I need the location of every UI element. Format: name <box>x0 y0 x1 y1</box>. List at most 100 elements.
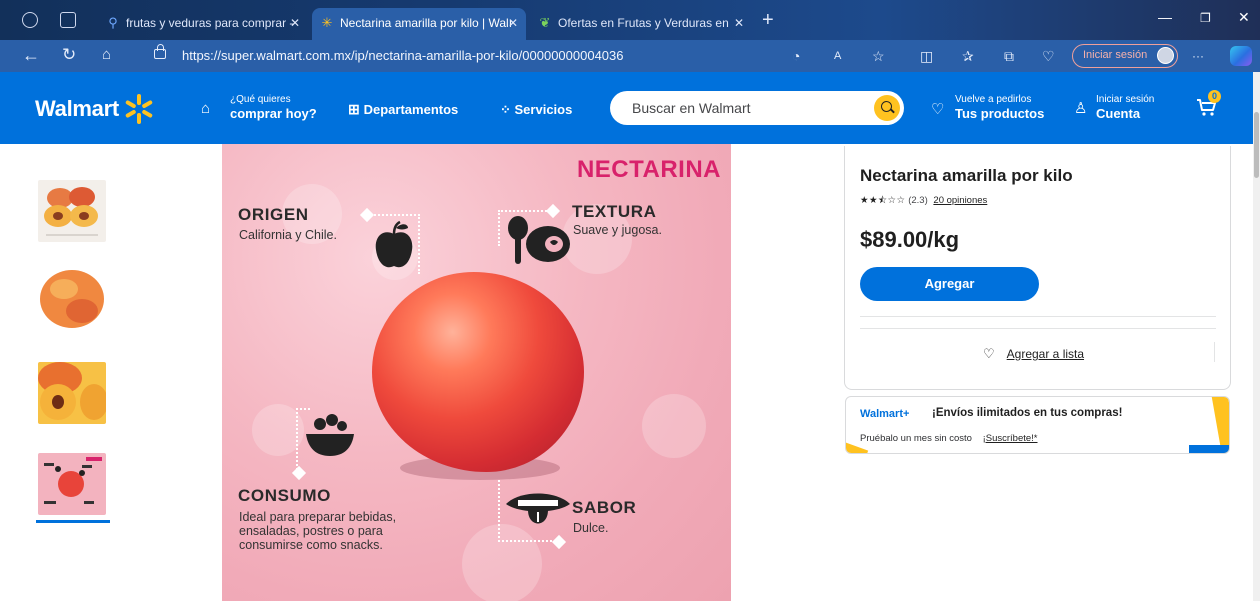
consumption-heading: CONSUMO <box>238 486 331 505</box>
search-button[interactable] <box>874 95 900 121</box>
url-text: https://super.walmart.com.mx/ip/nectarin… <box>182 48 624 63</box>
product-info-panel: Nectarina amarilla por kilo ★★⯪☆☆ (2.3) … <box>844 146 1231 390</box>
site-header: Walmart ⌂ ¿Qué quieres comprar hoy? ⊞ De… <box>0 72 1260 144</box>
add-to-list-label: Agregar a lista <box>1006 347 1085 361</box>
close-tab-icon[interactable]: ✕ <box>734 8 744 38</box>
search-placeholder: Buscar en Walmart <box>632 100 751 116</box>
account-link[interactable]: Iniciar sesión Cuenta <box>1096 94 1154 122</box>
rating-stars-icon: ★★⯪☆☆ <box>860 195 906 206</box>
departments-menu[interactable]: ⊞ Departamentos <box>348 101 458 119</box>
workspaces-icon[interactable] <box>22 12 38 28</box>
thumbnail-3[interactable] <box>38 362 106 424</box>
tab-title: Nectarina amarilla por kilo | Walı <box>340 16 513 30</box>
minimize-icon[interactable]: — <box>1158 9 1172 25</box>
browser-tab-bar: ⚲ frutas y veduras para comprar - ✕ ✳ Ne… <box>0 0 1260 40</box>
walmart-spark-icon <box>124 94 154 124</box>
home-icon[interactable]: ⌂ <box>102 44 111 66</box>
origin-text: California y Chile. <box>239 228 337 242</box>
reviews-link[interactable]: 20 opiniones <box>933 195 987 206</box>
texture-text: Suave y jugosa. <box>573 223 662 237</box>
subscribe-link[interactable]: ¡Suscríbete!* <box>983 433 1038 444</box>
flavor-text: Dulce. <box>573 521 609 535</box>
walmart-spark-icon: ✳ <box>321 15 333 30</box>
thumbnail-infographic-image <box>38 453 106 515</box>
product-price: $89.00/kg <box>860 227 960 252</box>
thumbnail-1[interactable] <box>38 180 106 242</box>
what-big-label: comprar hoy? <box>230 106 317 121</box>
tab-product[interactable]: ✳ Nectarina amarilla por kilo | Walı ✕ <box>312 8 526 40</box>
favorites-icon[interactable]: ✰ <box>962 45 974 67</box>
services-menu[interactable]: ⁘ Servicios <box>500 101 572 119</box>
close-tab-icon[interactable]: ✕ <box>508 8 518 38</box>
plus-headline: ¡Envíos ilimitados en tus compras! <box>932 407 1123 419</box>
consumption-line-3: consumirse como snacks. <box>239 538 383 552</box>
close-window-icon[interactable]: ✕ <box>1238 9 1250 26</box>
reorder-small-label: Vuelve a pedirlos <box>955 94 1032 105</box>
texture-icon <box>508 216 570 264</box>
divider <box>860 328 1216 329</box>
tab-actions-icon[interactable] <box>60 12 76 28</box>
user-icon: ♙ <box>1074 100 1088 117</box>
plus-sub-label: Pruébalo un mes sin costo <box>860 433 972 444</box>
collections-icon[interactable]: ⧉ <box>1004 45 1014 67</box>
rating-value: (2.3) <box>908 195 928 206</box>
origin-heading: ORIGEN <box>238 205 309 224</box>
add-to-cart-button[interactable]: Agregar <box>860 267 1039 301</box>
refresh-icon[interactable]: ↻ <box>62 44 76 66</box>
salad-bowl-icon <box>306 414 354 456</box>
grid-icon: ⊞ <box>348 101 364 117</box>
thumbnail-2[interactable] <box>38 269 106 331</box>
flavor-heading: SABOR <box>572 498 637 517</box>
reorder-big-label: Tus productos <box>955 106 1045 121</box>
add-to-list-button[interactable]: ♡ Agregar a lista <box>983 346 1084 362</box>
account-big-label: Cuenta <box>1096 106 1141 121</box>
departments-label: Departamentos <box>363 102 459 117</box>
mouth-tongue-icon <box>506 493 570 524</box>
walmart-plus-logo: Walmart+ <box>860 408 910 420</box>
heart-icon: ♡ <box>931 101 945 118</box>
banner-decoration <box>1189 445 1229 453</box>
product-title: Nectarina amarilla por kilo <box>860 166 1073 185</box>
browser-essentials-icon[interactable]: ♡ <box>1042 45 1055 67</box>
restore-icon[interactable]: ❐ <box>1200 11 1211 25</box>
favorite-star-icon[interactable]: ☆ <box>872 45 885 67</box>
avatar <box>1157 47 1174 64</box>
browser-signin-button[interactable]: Iniciar sesión <box>1072 44 1178 68</box>
walmart-plus-banner[interactable]: Walmart+ ¡Envíos ilimitados en tus compr… <box>845 396 1230 454</box>
close-tab-icon[interactable]: ✕ <box>290 8 300 38</box>
nectarine-image <box>372 272 584 472</box>
thumbnail-whole-image <box>38 269 106 331</box>
tab-search[interactable]: ⚲ frutas y veduras para comprar - ✕ <box>98 8 308 40</box>
tab-offers[interactable]: ❦ Ofertas en Frutas y Verduras en ✕ <box>530 8 752 40</box>
split-screen-icon[interactable]: ◫ <box>920 45 933 67</box>
reorder-link[interactable]: Vuelve a pedirlos Tus productos <box>955 94 1044 122</box>
walmart-logo[interactable]: Walmart <box>35 96 119 122</box>
browser-signin-label: Iniciar sesión <box>1083 49 1148 61</box>
heart-icon: ♡ <box>983 346 995 361</box>
product-main-image[interactable]: NECTARINA ORIGEN California y Chile. TEX… <box>222 144 731 601</box>
account-small-label: Iniciar sesión <box>1096 94 1155 105</box>
thumbnail-selected-indicator <box>36 520 110 523</box>
address-bar[interactable]: https://super.walmart.com.mx/ip/nectarin… <box>148 43 708 69</box>
texture-heading: TEXTURA <box>572 202 657 221</box>
product-rating: ★★⯪☆☆ (2.3) 20 opiniones <box>860 193 987 209</box>
tab-title: frutas y veduras para comprar - <box>126 16 294 30</box>
back-icon[interactable]: ← <box>22 44 40 66</box>
what-to-buy-menu[interactable]: ¿Qué quieres comprar hoy? <box>230 94 317 122</box>
services-icon: ⁘ <box>500 102 515 117</box>
produce-site-icon: ❦ <box>539 15 551 30</box>
apple-icon <box>375 220 413 268</box>
thumbnail-cut-image <box>38 362 106 424</box>
read-aloud-icon[interactable]: A <box>834 45 841 67</box>
search-input[interactable]: Buscar en Walmart <box>610 91 904 125</box>
divider <box>860 316 1216 317</box>
copilot-icon[interactable] <box>1230 46 1252 66</box>
tracking-shield-icon[interactable]: ◔ <box>792 45 800 67</box>
scrollbar-thumb[interactable] <box>1254 112 1259 178</box>
consumption-line-2: ensaladas, postres o para <box>239 524 383 538</box>
new-tab-icon[interactable]: + <box>762 9 774 32</box>
thumbnail-4[interactable] <box>38 453 106 515</box>
lock-icon[interactable] <box>154 44 166 59</box>
more-menu-icon[interactable]: ··· <box>1192 45 1204 67</box>
bokeh-decoration <box>642 394 706 458</box>
